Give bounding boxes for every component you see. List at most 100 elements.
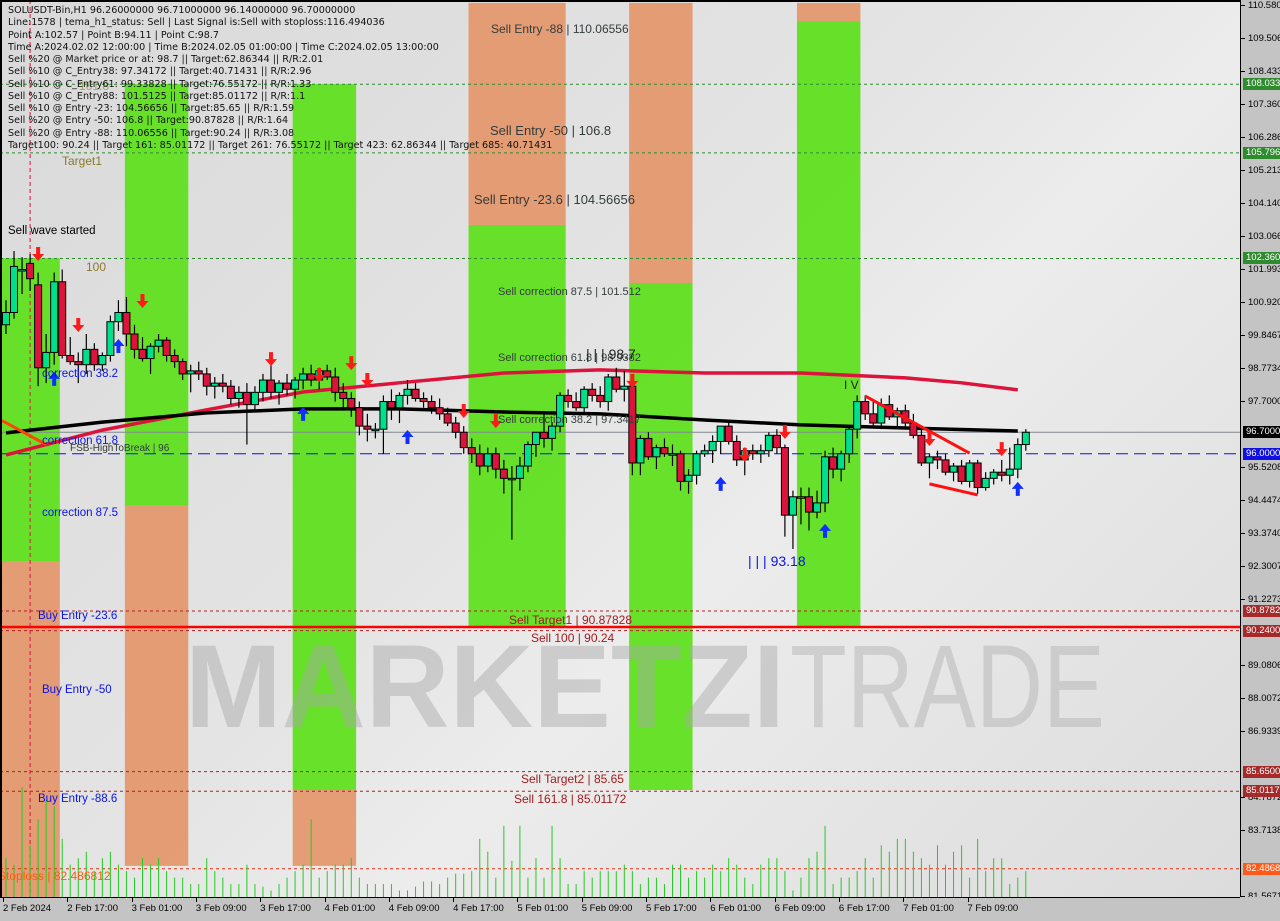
price-badge: 90.8782 (1243, 605, 1280, 618)
candle (772, 429, 781, 454)
price-tick-label: 104.1403 (1241, 198, 1280, 209)
bullish-candle-body (234, 391, 243, 399)
candle (387, 389, 396, 420)
correction-382-label: correction 38.2 (42, 368, 119, 380)
price-tick-label: 83.7138 (1241, 825, 1280, 836)
candle (226, 380, 235, 405)
bearish-candle-body (66, 354, 75, 363)
info-line: Sell %10 @ C_Entry61: 99.33828 || Target… (8, 78, 312, 90)
bearish-candle-body (339, 391, 348, 399)
info-line: SOLUSDT-Bin,H1 96.26000000 96.71000000 9… (8, 5, 356, 16)
bullish-candle-body (700, 450, 709, 455)
bullish-candle-body (395, 394, 404, 409)
price-tick-label: 106.2869 (1241, 132, 1280, 143)
candle (756, 444, 765, 463)
candle (981, 472, 990, 491)
info-line: Sell %10 @ C_Entry88: 101.5125 || Target… (8, 90, 306, 102)
bearish-candle-body (869, 413, 878, 424)
bullish-candle-body (523, 444, 532, 467)
candle (925, 453, 934, 479)
watermark-logo-bold: MARKETZI (185, 621, 785, 753)
time-tick-label: 5 Feb 09:00 (581, 898, 633, 914)
bullish-candle-body (371, 428, 380, 432)
candle (700, 444, 709, 457)
time-tick-label: 4 Feb 17:00 (453, 898, 504, 914)
bullish-candle-body (250, 391, 259, 406)
info-line: Target100: 90.24 || Target 161: 85.01172… (8, 139, 553, 151)
price-tick-label: 92.3007 (1241, 561, 1280, 572)
bullish-candle-body (403, 388, 412, 396)
time-tick-label: 6 Feb 17:00 (838, 898, 890, 914)
price-axis[interactable]: 110.5800 109.5067 108.4334 107.3601 106.2869… (1240, 0, 1280, 897)
bearish-candle-body (941, 459, 950, 473)
bullish-candle-body (949, 465, 958, 473)
candle (572, 392, 581, 411)
candle (556, 392, 565, 433)
bearish-candle-body (138, 348, 147, 360)
target1-label: Target1 (62, 154, 103, 168)
bullish-candle-body (796, 496, 805, 499)
candle (66, 337, 75, 365)
price-tick-label: 88.0072 (1241, 693, 1280, 704)
bearish-candle-body (724, 425, 733, 442)
candle (628, 383, 637, 476)
bullish-candle-body (18, 268, 27, 272)
info-line: Time A:2024.02.02 12:00:00 | Time B:2024… (8, 41, 439, 53)
bearish-candle-body (676, 453, 685, 482)
info-panel: SOLUSDT-Bin,H1 96.26000000 96.71000000 9… (8, 5, 552, 152)
bullish-candle-body (580, 388, 589, 409)
bearish-candle-body (917, 434, 926, 464)
bullish-candle-body (652, 447, 661, 458)
bullish-candle-body (604, 376, 613, 403)
bearish-candle-body (596, 394, 605, 403)
candle (379, 395, 388, 454)
bearish-candle-body (933, 456, 942, 461)
chart-plot-area[interactable]: MARKETZI TRADE SOLUSDT-Bin,H1 96.26000000… (0, 0, 1240, 897)
price-tick-label: 108.4334 (1241, 66, 1280, 77)
candle (748, 444, 757, 460)
info-line: Sell %20 @ Entry -88: 110.06556 || Targe… (8, 127, 295, 139)
candle (266, 364, 275, 399)
trend-line (929, 482, 978, 497)
bullish-candle-body (788, 496, 797, 516)
bearish-candle-body (588, 388, 597, 396)
sell-target2-label: Sell Target2 | 85.65 (521, 772, 624, 786)
price-badge: 90.2400 (1243, 624, 1280, 637)
bearish-candle-body (283, 382, 292, 390)
info-line: Sell %10 @ C_Entry38: 97.34172 || Target… (8, 66, 312, 78)
bearish-candle-body (491, 453, 500, 470)
watermark-logo-light: TRADE (790, 621, 1105, 753)
price-tick-label: 103.0668 (1241, 231, 1280, 242)
info-line: Sell %10 @ Entry -23: 104.56656 || Targe… (8, 103, 295, 114)
candle (363, 413, 372, 442)
info-line: Sell %20 @ Entry -50: 106.8 || Target:90… (8, 115, 289, 127)
candle (973, 459, 982, 494)
candle (861, 395, 870, 420)
candle (90, 343, 99, 371)
bearish-candle-body (242, 391, 251, 406)
bullish-candle-body (106, 321, 115, 356)
bearish-candle-body (226, 385, 235, 399)
bearish-candle-body (572, 401, 581, 409)
candle (50, 272, 59, 365)
bullish-candle-body (50, 281, 59, 353)
candle (780, 444, 789, 537)
time-tick-label: 5 Feb 01:00 (517, 898, 569, 914)
candle (355, 401, 364, 436)
time-axis[interactable]: 2 Feb 2024 2 Feb 17:00 3 Feb 01:00 3 Feb 09… (0, 897, 1240, 921)
bearish-candle-body (34, 284, 43, 369)
bearish-candle-body (861, 401, 870, 415)
time-tick-label: 6 Feb 09:00 (774, 898, 826, 914)
time-tick-label: 4 Feb 01:00 (324, 898, 376, 914)
bullish-candle-body (813, 502, 822, 513)
bullish-candle-body (756, 450, 765, 455)
bearish-candle-body (130, 333, 139, 350)
sell-correction-382-label: Sell correction 38.2 | 97.3417 (498, 414, 641, 426)
price-tick-label: 109.5067 (1241, 33, 1280, 44)
bullish-candle-body (515, 465, 524, 479)
wave-iv-label: I V (844, 378, 859, 392)
time-tick-label: 5 Feb 17:00 (646, 898, 697, 914)
candle (451, 416, 460, 439)
fib-100-label: 100 (86, 260, 107, 274)
bearish-candle-body (973, 462, 982, 489)
